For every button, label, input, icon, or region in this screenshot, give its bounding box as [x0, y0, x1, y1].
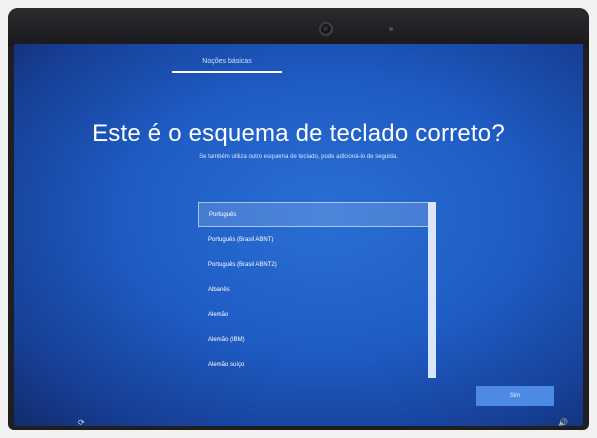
list-item[interactable]: Português [198, 202, 430, 227]
list-item-label: Alemão suíço [208, 361, 245, 368]
scroll-thumb[interactable] [428, 202, 436, 378]
keyboard-layout-list[interactable]: Português Português (Brasil ABNT) Portug… [198, 202, 430, 380]
page-title: Este é o esquema de teclado correto? [92, 120, 505, 147]
setup-screen: Noções básicas Este é o esquema de tecla… [14, 44, 583, 426]
page-subtitle: Se também utiliza outro esquema de tecla… [199, 154, 398, 160]
list-item-label: Português (Brasil ABNT) [208, 236, 274, 243]
sensor-dot [389, 27, 393, 31]
volume-icon[interactable]: 🔊 [558, 418, 568, 426]
webcam-icon [319, 22, 333, 36]
list-item-label: Albanês [208, 286, 230, 293]
list-item-label: Português [209, 211, 237, 218]
list-item[interactable]: Alemão [198, 302, 430, 327]
list-item-label: Alemão [208, 311, 229, 318]
list-item[interactable]: Alemão (IBM) [198, 327, 430, 352]
list-item[interactable]: Português (Brasil ABNT) [198, 227, 430, 252]
bezel-top [8, 8, 589, 46]
list-item-label: Português (Brasil ABNT2) [208, 261, 277, 268]
ease-of-access-icon[interactable]: ⟳ [78, 418, 88, 426]
list-item[interactable]: Português (Brasil ABNT2) [198, 252, 430, 277]
list-item[interactable]: Alemão suíço [198, 352, 430, 377]
tab-underline [172, 71, 282, 73]
yes-button[interactable]: Sim [476, 386, 554, 406]
tab-basics[interactable]: Noções básicas [172, 54, 282, 70]
list-scrollbar[interactable] [428, 202, 436, 378]
photo-frame: Noções básicas Este é o esquema de tecla… [0, 0, 597, 438]
list-item[interactable]: Albanês [198, 277, 430, 302]
list-item-label: Alemão (IBM) [208, 336, 245, 343]
